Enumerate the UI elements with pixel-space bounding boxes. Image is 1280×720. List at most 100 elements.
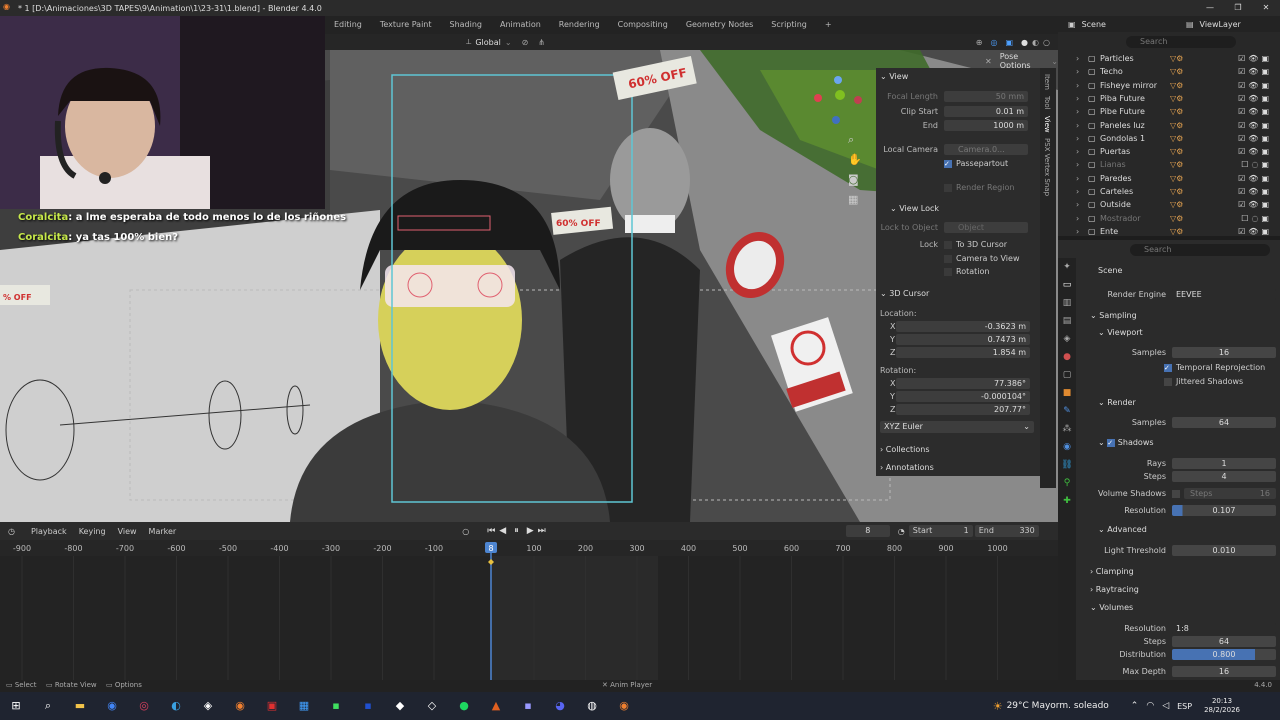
playback-menu[interactable]: Playback <box>31 527 67 536</box>
expand-icon[interactable]: › <box>1076 94 1079 103</box>
chrome-icon[interactable]: ◉ <box>100 696 124 716</box>
app-icon[interactable]: ◆ <box>388 696 412 716</box>
render-subheader[interactable]: ⌄ Render <box>1098 398 1136 407</box>
file-explorer-icon[interactable]: ▬ <box>68 696 92 716</box>
cursor-location-x[interactable]: -0.3623 m <box>896 321 1030 332</box>
volume-shadows-checkbox[interactable] <box>1172 489 1180 498</box>
rays-field[interactable]: 1 <box>1172 458 1276 469</box>
modifier-tab-icon[interactable]: ✎ <box>1058 402 1076 420</box>
expand-icon[interactable]: › <box>1076 200 1079 209</box>
ortho-toggle-icon[interactable]: ▦ <box>848 190 862 210</box>
marker-menu[interactable]: Marker <box>149 527 177 536</box>
visibility-toggles[interactable]: ☐◌▣ <box>1241 214 1272 223</box>
visibility-toggles[interactable]: ☑👁▣ <box>1238 81 1272 90</box>
visibility-toggles[interactable]: ☑👁▣ <box>1238 121 1272 130</box>
blender-taskbar-icon[interactable]: ◉ <box>612 696 636 716</box>
data-tab-icon[interactable]: ⚲ <box>1058 474 1076 492</box>
outliner-row[interactable]: › ▢ Lianas ▽⚙ ☐◌▣ <box>1058 158 1280 171</box>
expand-icon[interactable]: › <box>1076 121 1079 130</box>
shading-rendered-icon[interactable]: ○ <box>1043 38 1050 47</box>
jittered-shadows-checkbox[interactable] <box>1164 377 1172 386</box>
visual-studio-icon[interactable]: ▪ <box>356 696 380 716</box>
visibility-toggles[interactable]: ☑👁▣ <box>1238 187 1272 196</box>
to-3d-cursor-checkbox[interactable] <box>944 240 952 249</box>
visibility-toggles[interactable]: ☐◌▣ <box>1241 160 1272 169</box>
output-tab-icon[interactable]: ▥ <box>1058 294 1076 312</box>
tab-animation[interactable]: Animation <box>491 16 550 34</box>
distribution-slider[interactable]: 0.800 <box>1172 649 1276 660</box>
outliner-row[interactable]: › ▢ Ente ▽⚙ ☑👁▣ <box>1058 225 1280 238</box>
step-back-icon[interactable]: ◀ <box>499 526 506 536</box>
properties-search-input[interactable]: Search <box>1130 244 1270 256</box>
expand-icon[interactable]: › <box>1076 67 1079 76</box>
gizmo-toggle-icon[interactable]: ⊕ <box>976 38 983 47</box>
camera-to-view-checkbox[interactable] <box>944 254 952 263</box>
pan-hand-icon[interactable]: ✋ <box>848 150 862 170</box>
anim-player-status[interactable]: ✕ Anim Player <box>602 681 652 689</box>
weather-text[interactable]: 29°C Mayorm. soleado <box>1007 701 1109 711</box>
render-samples-field[interactable]: 64 <box>1172 417 1276 428</box>
blender-taskbar-icon[interactable]: ◉ <box>228 696 252 716</box>
render-engine-select[interactable]: EEVEE <box>1172 289 1276 300</box>
app-icon[interactable]: ◍ <box>580 696 604 716</box>
viewport-samples-field[interactable]: 16 <box>1172 347 1276 358</box>
opera-icon[interactable]: ◎ <box>132 696 156 716</box>
snap-icon[interactable]: ⋔ <box>538 38 545 47</box>
expand-icon[interactable]: › <box>1076 147 1079 156</box>
physics-tab-icon[interactable]: ◉ <box>1058 438 1076 456</box>
tab-shading[interactable]: Shading <box>441 16 492 34</box>
cursor-location-y[interactable]: 0.7473 m <box>896 334 1030 345</box>
raytracing-header[interactable]: › Raytracing <box>1090 585 1139 594</box>
visibility-toggles[interactable]: ☑👁▣ <box>1238 147 1272 156</box>
transform-orientation-select[interactable]: Global <box>475 38 501 47</box>
photos-icon[interactable]: ▦ <box>292 696 316 716</box>
advanced-subheader[interactable]: ⌄ Advanced <box>1098 525 1147 534</box>
annotations-header[interactable]: › Annotations <box>880 463 934 472</box>
minimize-button[interactable]: — <box>1196 0 1224 16</box>
lock-rotation-checkbox[interactable] <box>944 267 952 276</box>
timeline[interactable]: -900 -800 -700 -600 -500 -400 -300 -200 -100 100 2… <box>0 522 1058 680</box>
windows-start-icon[interactable]: ⊞ <box>4 696 28 716</box>
render-tab-icon[interactable]: ▭ <box>1058 276 1076 294</box>
sampling-header[interactable]: ⌄ Sampling <box>1090 311 1137 320</box>
outliner-row[interactable]: › ▢ Fisheye mirror ▽⚙ ☑👁▣ <box>1058 79 1280 92</box>
view-layer-tab-icon[interactable]: ▤ <box>1058 312 1076 330</box>
clock[interactable]: 20:13 28/2/2026 <box>1204 697 1240 715</box>
outliner-row[interactable]: › ▢ Outside ▽⚙ ☑👁▣ <box>1058 198 1280 211</box>
view-menu[interactable]: View <box>118 527 137 536</box>
outliner-row[interactable]: › ▢ Piba Future ▽⚙ ☑👁▣ <box>1058 92 1280 105</box>
tray-chevron-icon[interactable]: ⌃ <box>1131 701 1139 711</box>
outliner-row[interactable]: › ▢ Paneles luz ▽⚙ ☑👁▣ <box>1058 119 1280 132</box>
visibility-toggles[interactable]: ☑👁▣ <box>1238 94 1272 103</box>
view-layer-name[interactable]: ViewLayer <box>1200 20 1241 29</box>
volume-shadow-steps-field[interactable]: Steps 16 <box>1184 488 1276 499</box>
expand-icon[interactable]: › <box>1076 174 1079 183</box>
pause-icon[interactable]: ⏸ <box>514 526 519 536</box>
shadows-subheader[interactable]: ⌄ ✓ Shadows <box>1098 438 1154 447</box>
bone-tab-icon[interactable]: ✚ <box>1058 492 1076 510</box>
cursor-rotation-z[interactable]: 207.77° <box>896 404 1030 415</box>
visibility-toggles[interactable]: ☑👁▣ <box>1238 107 1272 116</box>
add-workspace-button[interactable]: + <box>816 16 841 34</box>
tab-item[interactable]: Item <box>1043 74 1051 90</box>
volume-icon[interactable]: ◁ <box>1162 701 1169 711</box>
viewport-subheader[interactable]: ⌄ Viewport <box>1098 328 1143 337</box>
tab-texture-paint[interactable]: Texture Paint <box>371 16 441 34</box>
constraints-tab-icon[interactable]: ⛓ <box>1058 456 1076 474</box>
volume-resolution-select[interactable]: 1:8 <box>1172 623 1276 634</box>
spotify-icon[interactable]: ● <box>452 696 476 716</box>
world-tab-icon[interactable]: ● <box>1058 348 1076 366</box>
start-frame-field[interactable]: Start 1 <box>908 525 973 537</box>
clip-end-field[interactable]: 1000 m <box>944 120 1028 131</box>
focal-length-field[interactable]: 50 mm <box>944 91 1028 102</box>
shading-material-icon[interactable]: ◐ <box>1032 38 1039 47</box>
expand-icon[interactable]: › <box>1076 134 1079 143</box>
tab-compositing[interactable]: Compositing <box>609 16 677 34</box>
outliner-row[interactable]: › ▢ Gondolas 1 ▽⚙ ☑👁▣ <box>1058 132 1280 145</box>
app-icon[interactable]: ▲ <box>484 696 508 716</box>
editor-type-icon[interactable]: ◷ <box>8 527 15 536</box>
language-indicator[interactable]: ESP <box>1177 702 1192 711</box>
close-button[interactable]: ✕ <box>1252 0 1280 16</box>
view-lock-header[interactable]: ⌄ View Lock <box>890 204 939 213</box>
outliner-row[interactable]: › ▢ Puertas ▽⚙ ☑👁▣ <box>1058 145 1280 158</box>
